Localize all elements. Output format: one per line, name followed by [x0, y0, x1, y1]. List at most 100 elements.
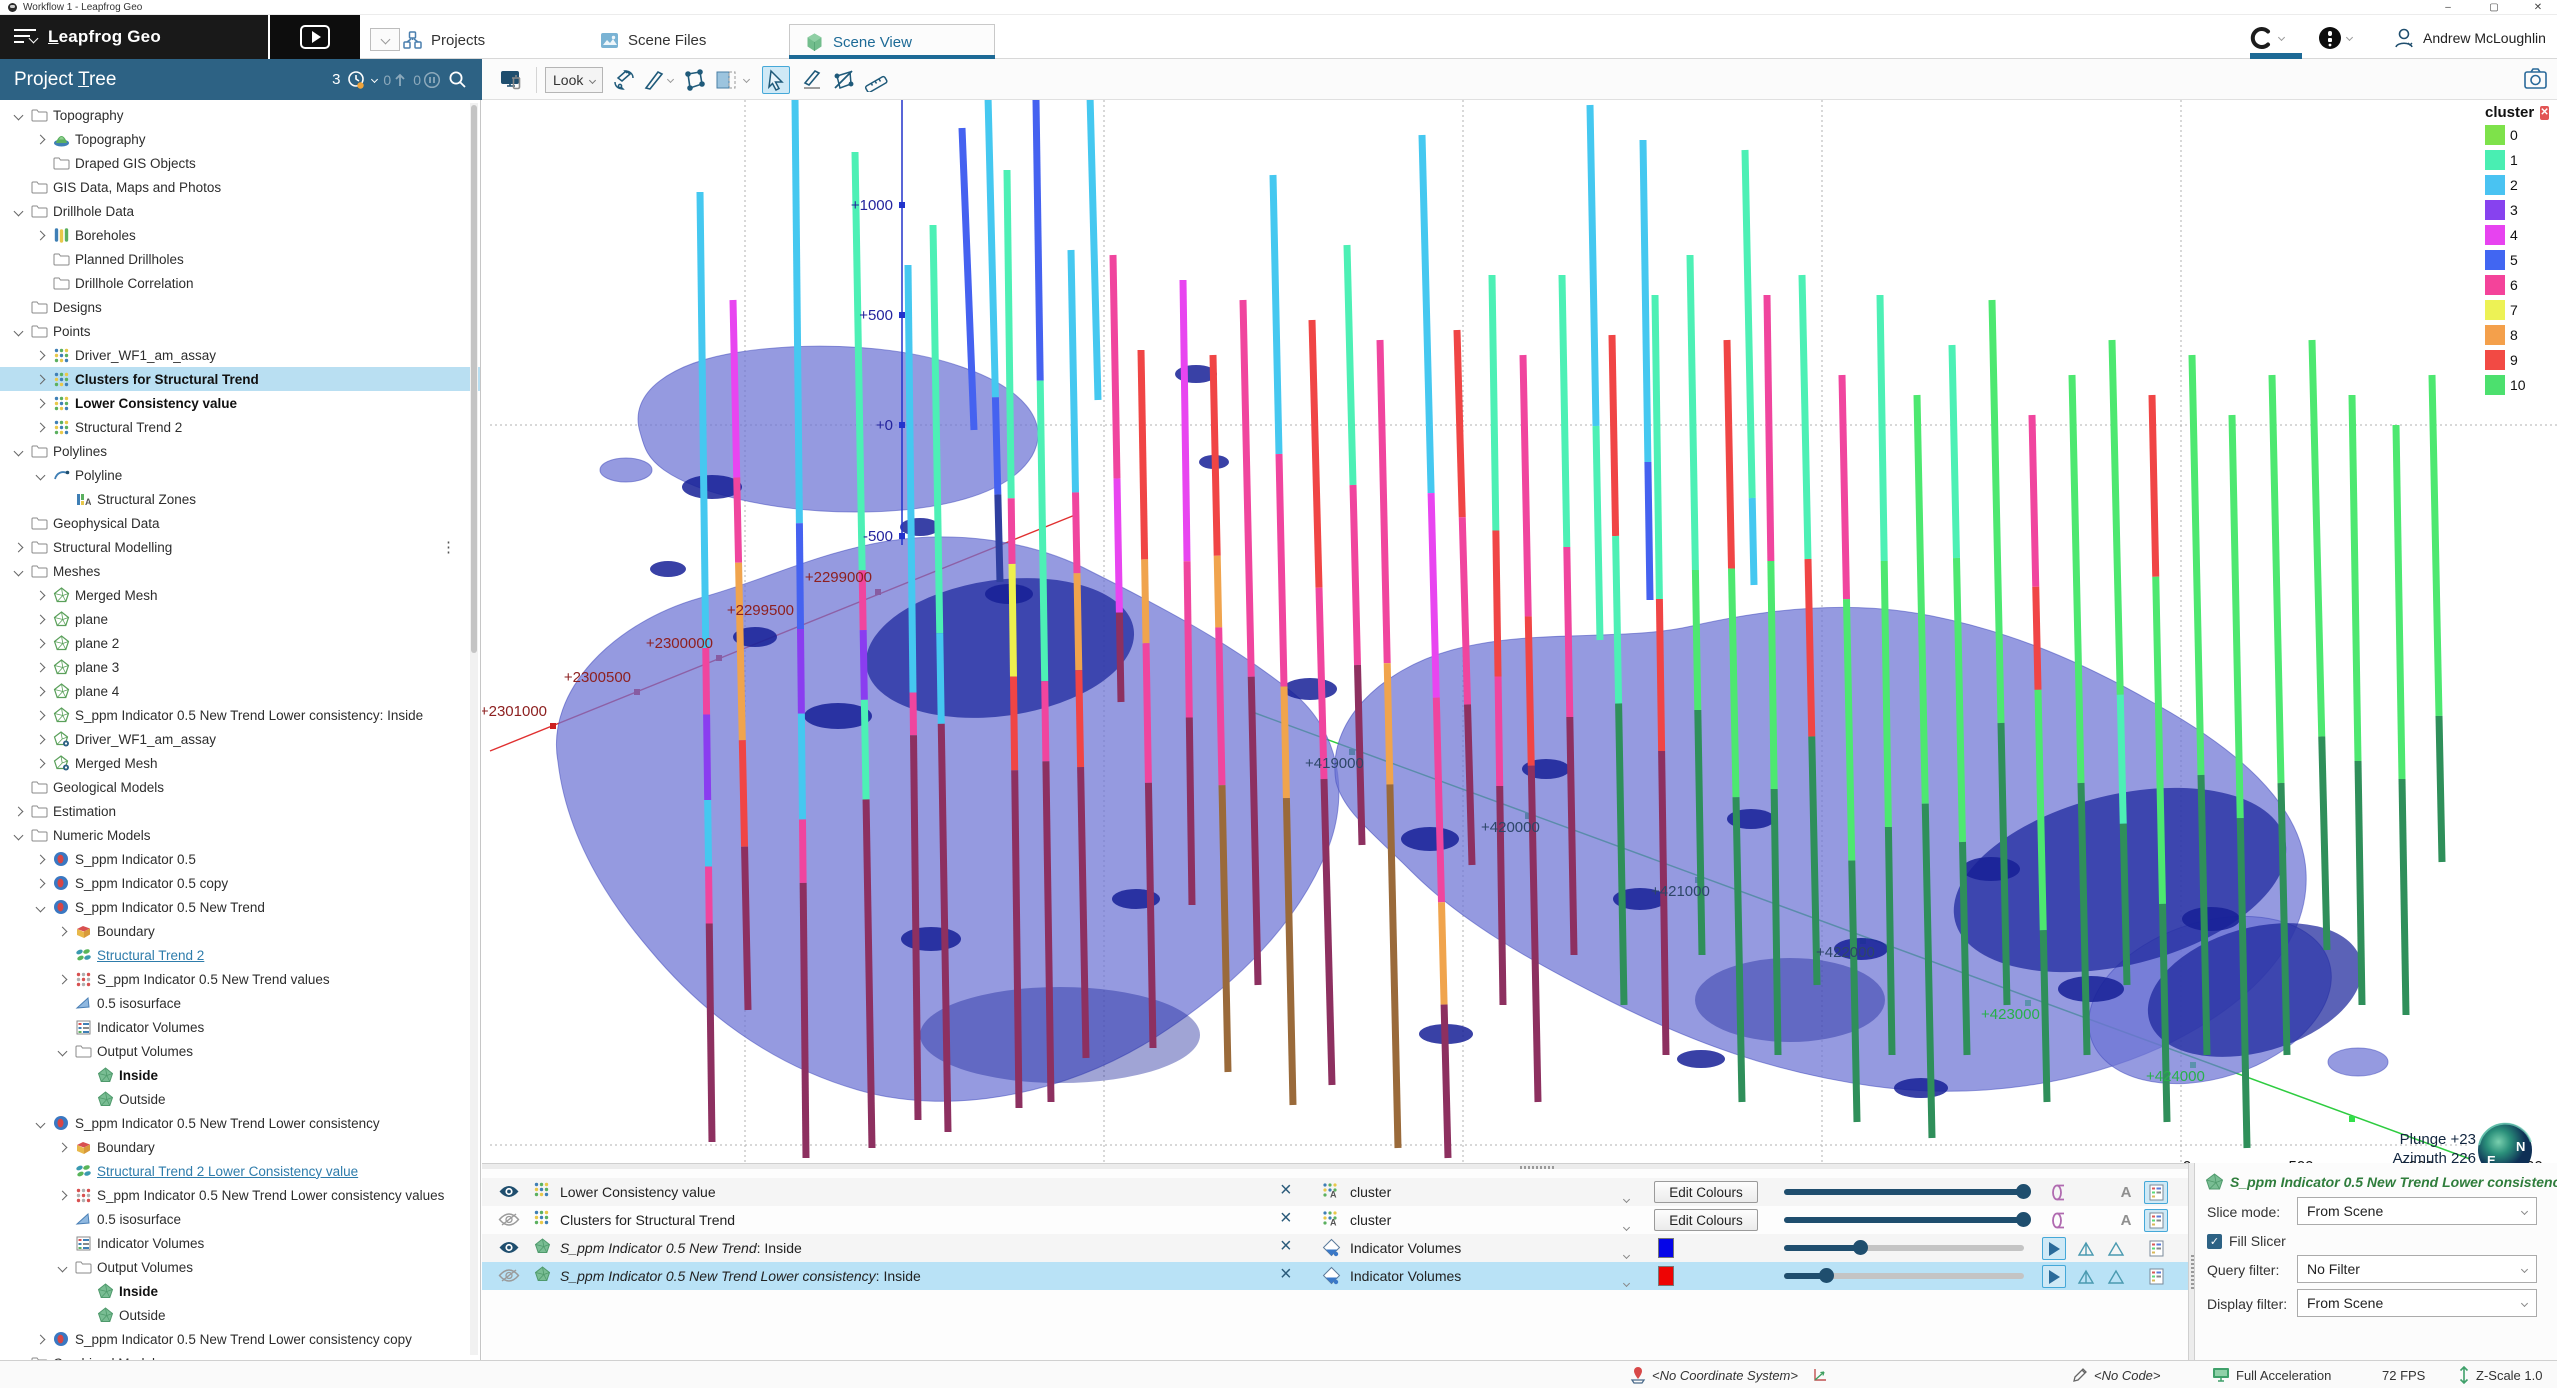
opacity-slider[interactable] [1784, 1217, 2024, 1223]
scene-list-row[interactable]: S_ppm Indicator 0.5 New Trend: Inside×In… [482, 1234, 2188, 1262]
chevron-right-icon[interactable] [34, 664, 47, 671]
legend-toggle-icon[interactable] [2144, 1181, 2168, 1204]
recent-tasks-icon[interactable] [346, 70, 366, 90]
value-filter-icon[interactable] [2046, 1181, 2070, 1204]
text-display-icon[interactable]: A [2114, 1181, 2138, 1204]
tree-item[interactable]: Boundary [0, 1135, 480, 1159]
tree-item[interactable]: S_ppm Indicator 0.5 New Trend values [0, 967, 480, 991]
tree-item[interactable]: Meshes [0, 559, 480, 583]
tab-scene-files[interactable]: Scene Files [585, 21, 720, 59]
chevron-down-icon[interactable] [12, 448, 25, 455]
tree-item[interactable]: S_ppm Indicator 0.5 New Trend Lower cons… [0, 1183, 480, 1207]
workspace-switcher[interactable] [2248, 22, 2284, 53]
tree-item[interactable]: Structural Trend 2 [0, 415, 480, 439]
shading-wireframe-icon[interactable] [2104, 1237, 2128, 1260]
tree-item[interactable]: Output Volumes [0, 1039, 480, 1063]
close-button[interactable]: ✕ [2524, 0, 2552, 15]
scene-list-row[interactable]: Clusters for Structural Trend×AclusterEd… [482, 1206, 2188, 1234]
slider-knob[interactable] [1819, 1268, 1834, 1283]
chevron-right-icon[interactable] [56, 928, 69, 935]
search-icon[interactable] [447, 69, 468, 90]
colour-swatch[interactable] [1658, 1266, 1674, 1286]
tree-item[interactable]: Points [0, 319, 480, 343]
tree-item[interactable]: Lower Consistency value [0, 391, 480, 415]
colour-swatch[interactable] [1658, 1238, 1674, 1258]
chevron-down-icon[interactable] [56, 1048, 69, 1055]
maximize-button[interactable]: ▢ [2480, 0, 2508, 15]
clear-scene-button[interactable] [498, 66, 526, 94]
tree-item[interactable]: S_ppm Indicator 0.5 New Trend Lower cons… [0, 703, 480, 727]
tree-item[interactable]: 0.5 isosurface [0, 1207, 480, 1231]
chevron-right-icon[interactable] [34, 712, 47, 719]
screenshot-button[interactable] [2523, 67, 2548, 95]
tree-item[interactable]: Drillhole Data [0, 199, 480, 223]
scene-3d-view[interactable]: +1000+500+0-500+2301000+2300500+2300000+… [482, 100, 2557, 1163]
remove-from-scene-icon[interactable]: × [1280, 1263, 1292, 1286]
chevron-down-icon[interactable] [34, 1120, 47, 1127]
draw-slicer-polygon-button[interactable] [680, 66, 708, 94]
edit-colours-button[interactable]: Edit Colours [1654, 1209, 1758, 1231]
chevron-right-icon[interactable] [34, 424, 47, 431]
query-filter-select[interactable]: No Filter [2297, 1255, 2537, 1283]
tree-item[interactable]: Indicator Volumes [0, 1015, 480, 1039]
remove-from-scene-icon[interactable]: × [1280, 1179, 1292, 1202]
tree-item[interactable]: Geological Models [0, 775, 480, 799]
tree-item[interactable]: Outside [0, 1303, 480, 1327]
tree-item[interactable]: Structural Trend 2 Lower Consistency val… [0, 1159, 480, 1183]
rotate-slicer-button[interactable] [610, 66, 638, 94]
draw-plane-line-button[interactable] [798, 66, 826, 94]
tree-item[interactable]: Polylines [0, 439, 480, 463]
text-display-icon[interactable]: A [2114, 1209, 2138, 1232]
chevron-down-icon[interactable] [34, 904, 47, 911]
chevron-right-icon[interactable] [12, 808, 25, 815]
opacity-slider[interactable] [1784, 1189, 2024, 1195]
chevron-right-icon[interactable] [56, 1144, 69, 1151]
tree-item[interactable]: plane 2 [0, 631, 480, 655]
tree-item[interactable]: Output Volumes [0, 1255, 480, 1279]
legend-toggle-icon[interactable] [2144, 1237, 2168, 1260]
chevron-right-icon[interactable] [34, 616, 47, 623]
tree-item[interactable]: Outside [0, 1087, 480, 1111]
scene-list-row[interactable]: S_ppm Indicator 0.5 New Trend Lower cons… [482, 1262, 2188, 1290]
tree-item[interactable]: Merged Mesh [0, 751, 480, 775]
chevron-right-icon[interactable] [34, 856, 47, 863]
tree-item[interactable]: Estimation [0, 799, 480, 823]
tree-item[interactable]: Boundary [0, 919, 480, 943]
shading-smooth-icon[interactable] [2074, 1237, 2098, 1260]
tree-item[interactable]: Structural Trend 2 [0, 943, 480, 967]
chevron-right-icon[interactable] [34, 376, 47, 383]
tree-item[interactable]: Polyline [0, 463, 480, 487]
main-menu-button[interactable]: Leapfrog Geo [0, 15, 268, 59]
tree-item[interactable]: Geophysical Data [0, 511, 480, 535]
legend-close-icon[interactable]: ✕ [2540, 106, 2549, 120]
tab-scene-view[interactable]: Scene View [789, 24, 995, 59]
chevron-right-icon[interactable] [34, 688, 47, 695]
chevron-right-icon[interactable] [34, 592, 47, 599]
tree-item[interactable]: plane [0, 607, 480, 631]
remove-from-scene-icon[interactable]: × [1280, 1207, 1292, 1230]
tree-scrollbar[interactable] [470, 103, 478, 1355]
coordinate-system-status[interactable]: <No Coordinate System> [1630, 1361, 1829, 1389]
tab-projects[interactable]: Projects [388, 21, 499, 59]
visibility-off-icon[interactable] [498, 1212, 520, 1232]
chevron-right-icon[interactable] [34, 232, 47, 239]
chevron-right-icon[interactable] [34, 880, 47, 887]
chevron-right-icon[interactable] [56, 976, 69, 983]
chevron-down-icon[interactable] [12, 112, 25, 119]
tree-item[interactable]: S_ppm Indicator 0.5 copy [0, 871, 480, 895]
visibility-on-icon[interactable] [498, 1240, 520, 1260]
visibility-on-icon[interactable] [498, 1184, 520, 1204]
chevron-right-icon[interactable] [34, 1336, 47, 1343]
shading-wireframe-icon[interactable] [2104, 1265, 2128, 1288]
chevron-right-icon[interactable] [34, 352, 47, 359]
scene-list-row[interactable]: Lower Consistency value×AclusterEdit Col… [482, 1178, 2188, 1206]
tree-item[interactable]: Inside [0, 1063, 480, 1087]
chevron-right-icon[interactable] [12, 544, 25, 551]
ruler-button[interactable] [862, 66, 890, 94]
view-mode-dropdown[interactable] [1624, 1217, 1629, 1235]
tree-item[interactable]: Designs [0, 295, 480, 319]
slider-knob[interactable] [1853, 1240, 1868, 1255]
chevron-down-icon[interactable] [12, 328, 25, 335]
workflow-play-button[interactable] [268, 15, 360, 59]
user-menu[interactable]: Andrew McLoughlin [2392, 22, 2546, 53]
